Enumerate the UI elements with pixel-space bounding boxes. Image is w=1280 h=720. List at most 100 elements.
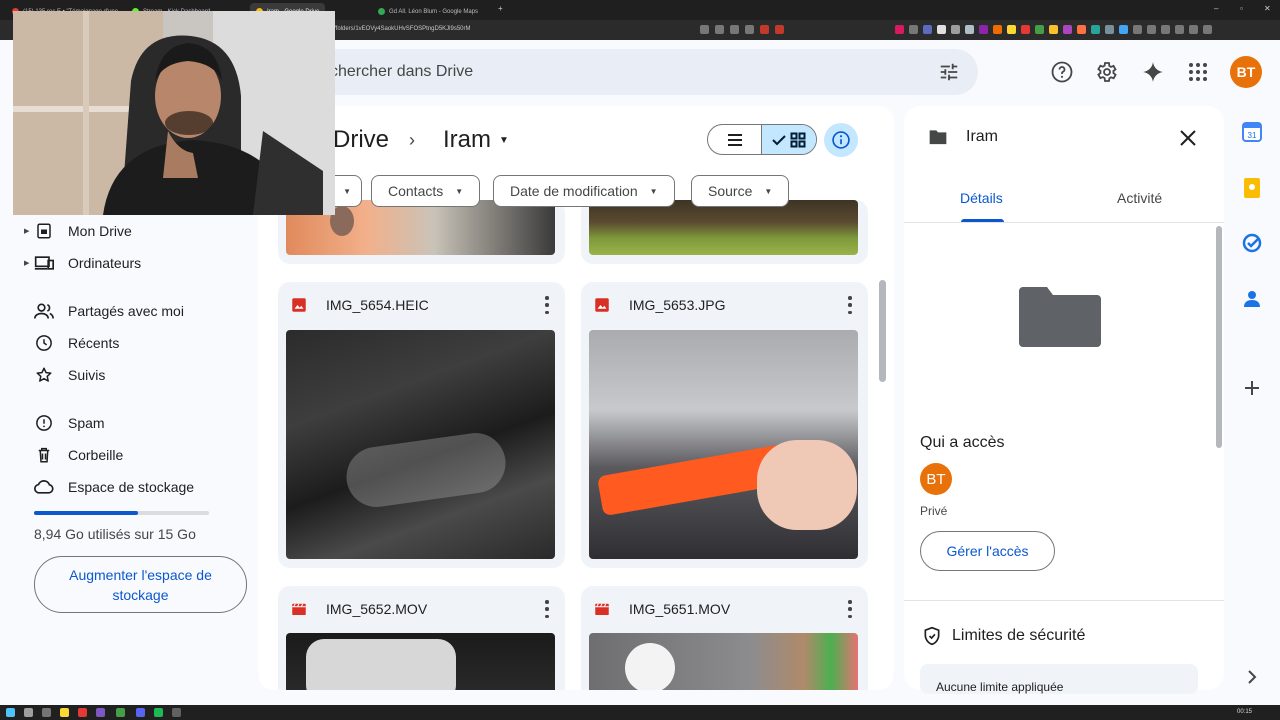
expand-caret-icon[interactable]: ▶: [24, 227, 34, 235]
extensions-puzzle-icon[interactable]: [1133, 25, 1142, 34]
sidebar-toggle-icon[interactable]: [1147, 25, 1156, 34]
file-name[interactable]: IMG_5652.MOV: [326, 601, 427, 617]
file-list-scrollbar[interactable]: [879, 280, 886, 382]
share-icon[interactable]: [730, 25, 739, 34]
file-explorer-icon[interactable]: [60, 708, 69, 717]
file-card[interactable]: IMG_5651.MOV: [581, 586, 868, 690]
extension-icon[interactable]: [1105, 25, 1114, 34]
zoom-icon[interactable]: [715, 25, 724, 34]
sidebar-item-recent[interactable]: Récents: [34, 331, 119, 355]
whatsapp-icon[interactable]: [116, 708, 125, 717]
new-tab-icon[interactable]: +: [498, 4, 503, 13]
breadcrumb-root[interactable]: Drive: [333, 126, 389, 154]
profile-icon[interactable]: [1175, 25, 1184, 34]
sidebar-item-trash[interactable]: Corbeille: [34, 443, 123, 467]
help-icon[interactable]: [1050, 60, 1074, 84]
filter-chip-people[interactable]: Contacts ▼: [371, 175, 481, 207]
sidebar-item-spam[interactable]: Spam: [34, 411, 105, 435]
cast-icon[interactable]: [700, 25, 709, 34]
filter-chip-modified[interactable]: Date de modification ▼: [493, 175, 675, 207]
download-icon[interactable]: [1161, 25, 1170, 34]
maximize-icon[interactable]: ▫: [1240, 4, 1243, 13]
extension-icon[interactable]: [937, 25, 946, 34]
apps-grid-icon[interactable]: [1186, 60, 1210, 84]
extension-icon[interactable]: [1007, 25, 1016, 34]
manage-access-button[interactable]: Gérer l'accès: [920, 531, 1055, 571]
search-options-icon[interactable]: [938, 61, 960, 83]
start-menu-icon[interactable]: [6, 708, 15, 717]
list-view-button[interactable]: [708, 125, 761, 154]
owner-avatar[interactable]: BT: [920, 463, 952, 495]
extension-icon[interactable]: [951, 25, 960, 34]
settings-gear-icon[interactable]: [1094, 60, 1118, 84]
filter-chip-source[interactable]: Source ▼: [691, 175, 790, 207]
url-field[interactable]: /folders/1vEOVy4SaokUHvSFOSPtngD5KJl9s50…: [334, 26, 471, 32]
file-card[interactable]: IMG_5654.HEIC: [278, 282, 565, 568]
extension-icon[interactable]: [923, 25, 932, 34]
extension-icon[interactable]: [1049, 25, 1058, 34]
gemini-sparkle-icon[interactable]: [1141, 60, 1165, 84]
brave-shield-icon[interactable]: [760, 25, 769, 34]
extension-icon[interactable]: [993, 25, 1002, 34]
more-options-icon[interactable]: [848, 600, 852, 618]
task-view-icon[interactable]: [42, 708, 51, 717]
sidebar-item-computers[interactable]: ▶ Ordinateurs: [24, 251, 141, 275]
vpn-icon[interactable]: [1189, 25, 1198, 34]
sidebar-item-storage[interactable]: Espace de stockage: [34, 475, 194, 499]
extension-icon[interactable]: [1035, 25, 1044, 34]
brave-browser-icon[interactable]: [78, 708, 87, 717]
search-icon[interactable]: [24, 708, 33, 717]
extension-icon[interactable]: [1091, 25, 1100, 34]
discord-icon[interactable]: [136, 708, 145, 717]
more-options-icon[interactable]: [848, 296, 852, 314]
more-options-icon[interactable]: [545, 600, 549, 618]
file-name[interactable]: IMG_5654.HEIC: [326, 297, 429, 313]
close-window-icon[interactable]: ✕: [1264, 4, 1271, 13]
extension-icon[interactable]: [979, 25, 988, 34]
details-info-button[interactable]: [824, 123, 858, 157]
account-avatar[interactable]: BT: [1230, 56, 1262, 88]
add-addon-icon[interactable]: [1242, 378, 1262, 398]
brave-rewards-icon[interactable]: [775, 25, 784, 34]
obs-icon[interactable]: [172, 708, 181, 717]
menu-icon[interactable]: [1203, 25, 1212, 34]
extension-icon[interactable]: [1119, 25, 1128, 34]
app-icon[interactable]: [96, 708, 105, 717]
extension-icon[interactable]: [965, 25, 974, 34]
storage-usage-text: 8,94 Go utilisés sur 15 Go: [34, 526, 196, 542]
spotify-icon[interactable]: [154, 708, 163, 717]
tab-activity[interactable]: Activité: [1117, 190, 1162, 206]
file-name[interactable]: IMG_5653.JPG: [629, 297, 726, 313]
bookmark-icon[interactable]: [745, 25, 754, 34]
chevron-right-icon[interactable]: [1242, 667, 1262, 687]
sidebar-item-shared[interactable]: Partagés avec moi: [34, 299, 184, 323]
details-scrollbar[interactable]: [1216, 226, 1222, 448]
extension-icon[interactable]: [1063, 25, 1072, 34]
contacts-icon[interactable]: [1242, 289, 1262, 309]
file-card[interactable]: IMG_5653.JPG: [581, 282, 868, 568]
expand-caret-icon[interactable]: ▶: [24, 259, 34, 267]
search-bar[interactable]: chercher dans Drive: [300, 49, 978, 95]
sidebar-item-my-drive[interactable]: ▶ Mon Drive: [24, 219, 132, 243]
minimize-icon[interactable]: –: [1214, 4, 1218, 13]
file-card[interactable]: [581, 200, 868, 264]
tab-details[interactable]: Détails: [960, 190, 1003, 206]
keep-icon[interactable]: [1242, 178, 1262, 198]
file-name[interactable]: IMG_5651.MOV: [629, 601, 730, 617]
folder-menu-chevron-icon[interactable]: ▼: [499, 135, 509, 146]
extension-icon[interactable]: [909, 25, 918, 34]
browser-tab[interactable]: Gd All. Léon Blum - Google Maps: [372, 3, 484, 20]
grid-view-button[interactable]: [761, 125, 816, 154]
search-input[interactable]: chercher dans Drive: [330, 63, 473, 81]
more-options-icon[interactable]: [545, 296, 549, 314]
sidebar-item-starred[interactable]: Suivis: [34, 363, 105, 387]
breadcrumb-current-folder[interactable]: Iram: [443, 126, 491, 154]
extension-icon[interactable]: [1077, 25, 1086, 34]
file-card[interactable]: IMG_5652.MOV: [278, 586, 565, 690]
close-icon[interactable]: [1178, 128, 1198, 148]
upgrade-storage-button[interactable]: Augmenter l'espace de stockage: [34, 556, 247, 613]
extension-icon[interactable]: [895, 25, 904, 34]
extension-icon[interactable]: [1021, 25, 1030, 34]
calendar-icon[interactable]: 31: [1242, 122, 1262, 142]
tasks-icon[interactable]: [1242, 233, 1262, 253]
